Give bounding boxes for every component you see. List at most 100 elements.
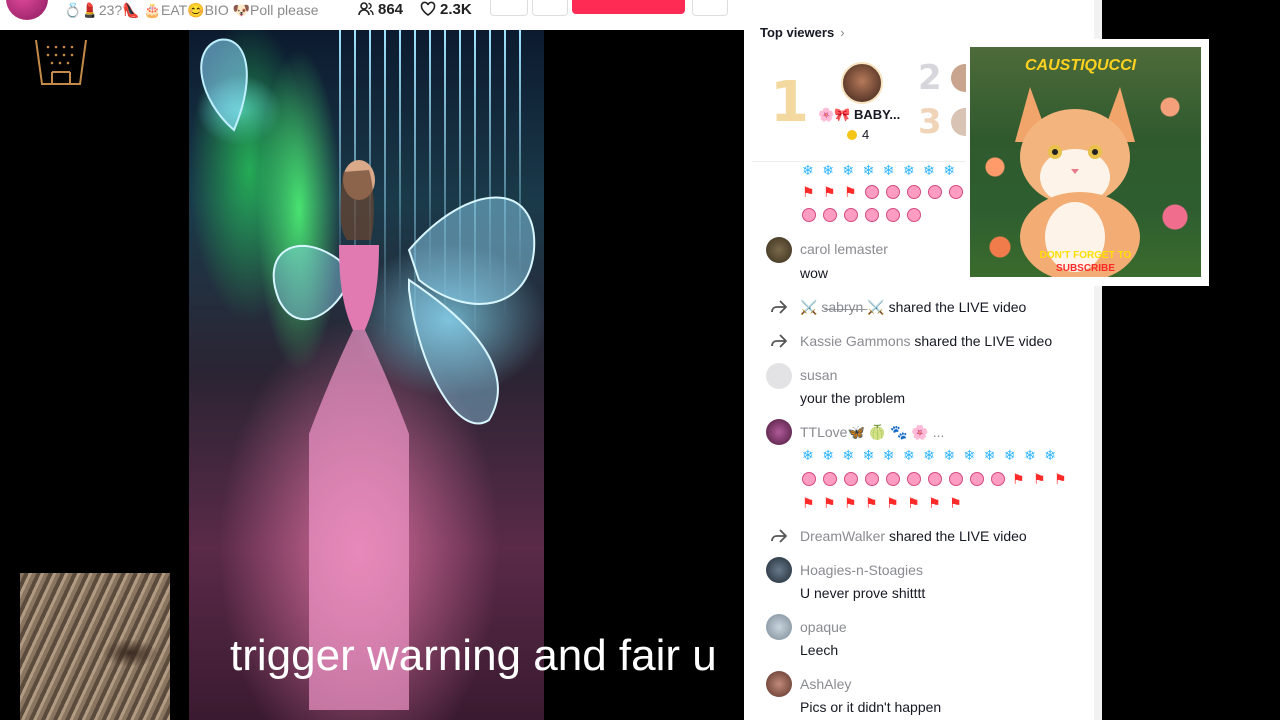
snowflake-icon: ❄ [862, 163, 883, 179]
like-count: 2.3K [420, 0, 472, 20]
chat-username[interactable]: TTLove🦋 🍈 🐾 🌸 ... [800, 424, 944, 441]
people-icon [358, 2, 374, 16]
red-flag-icon: ⚑ [823, 496, 845, 512]
clown-face-icon [865, 208, 879, 222]
clown-face-icon [823, 472, 837, 486]
share-arrow-icon [771, 334, 787, 348]
clown-face-icon [928, 472, 942, 486]
chat-username[interactable]: opaque [800, 619, 847, 635]
top-viewer-1-avatar[interactable] [841, 62, 883, 104]
reminder-line-2: SUBSCRIBE [1056, 263, 1115, 274]
snowflake-icon: ❄ [923, 163, 944, 179]
chat-username[interactable]: DreamWalker [800, 528, 885, 544]
heart-icon [420, 1, 436, 16]
red-flag-icon: ⚑ [886, 496, 908, 512]
clown-face-icon [844, 208, 858, 222]
user-avatar[interactable] [766, 614, 792, 640]
red-flag-icon: ⚑ [1033, 472, 1055, 488]
clown-face-icon [823, 208, 837, 222]
clown-face-icon [802, 472, 816, 486]
clown-face-icon [907, 185, 922, 199]
subscribe-reminder-overlay: CAUSTIQUCCI DON'T FORGET TO SUBSCRIBE [966, 39, 1209, 286]
snowflake-icon: ❄ [842, 448, 863, 464]
user-avatar[interactable] [766, 237, 792, 263]
clown-face-icon [928, 185, 943, 199]
clown-face-icon [886, 472, 900, 486]
clown-face-icon [886, 208, 900, 222]
gift-basket-icon[interactable] [34, 38, 88, 86]
user-avatar[interactable] [766, 363, 792, 389]
red-flag-icon: ⚑ [802, 496, 824, 512]
chat-username[interactable]: carol lemaster [800, 241, 888, 257]
chat-text: Pics or it didn't happen [800, 699, 942, 715]
top-viewers-link[interactable]: Top viewers › [760, 25, 845, 40]
clown-face-icon [844, 472, 858, 486]
red-flag-icon: ⚑ [844, 496, 866, 512]
red-flag-icon: ⚑ [1054, 472, 1069, 488]
user-avatar[interactable] [766, 419, 792, 445]
butterfly-wing-left [200, 38, 248, 132]
video-caption: trigger warning and fair u [230, 631, 717, 680]
chat-username[interactable]: Kassie Gammons [800, 333, 910, 349]
share-event-text: DreamWalker shared the LIVE video [800, 528, 1027, 544]
emoji-row: ⚑ ⚑ ⚑ ⚑ ⚑ ⚑ ⚑ ⚑ [802, 495, 964, 512]
share-event-text: Kassie Gammons shared the LIVE video [800, 333, 1053, 349]
subscribe-button[interactable] [572, 0, 685, 14]
red-flag-icon: ⚑ [928, 496, 950, 512]
red-flag-icon: ⚑ [865, 496, 887, 512]
user-avatar[interactable] [766, 557, 792, 583]
snowflake-icon: ❄ [822, 163, 843, 179]
snowflake-icon: ❄ [943, 163, 958, 179]
chat-username[interactable]: AshAley [800, 676, 851, 692]
share-arrow-icon [771, 529, 787, 543]
snowflake-icon: ❄ [882, 163, 903, 179]
chat-text: Leech [800, 642, 839, 658]
emoji-row: ❄ ❄ ❄ ❄ ❄ ❄ ❄ ❄ [802, 162, 957, 179]
rank-3: 3 [918, 102, 942, 142]
snowflake-icon: ❄ [862, 448, 883, 464]
fairy-figure [309, 160, 409, 710]
live-video[interactable] [189, 30, 544, 720]
cat-drawing [1015, 87, 1140, 277]
clown-face-icon [865, 185, 880, 199]
clown-face-icon [886, 185, 901, 199]
red-flag-icon: ⚑ [1012, 472, 1034, 488]
viewer-count: 864 [358, 0, 403, 20]
snowflake-icon: ❄ [822, 448, 843, 464]
snowflake-icon: ❄ [963, 448, 984, 464]
emoji-row: ⚑ ⚑ ⚑ [802, 471, 1069, 488]
chevron-right-icon: › [840, 25, 845, 40]
rank-1: 1 [770, 70, 809, 135]
coin-icon [847, 130, 857, 140]
more-button[interactable] [532, 0, 568, 16]
clown-face-icon [970, 472, 984, 486]
rank-2: 2 [918, 58, 942, 98]
follow-button[interactable] [692, 0, 728, 16]
chat-username[interactable]: ⚔️ s̶a̶b̶r̶y̶n̶ ⚔️ [800, 299, 885, 315]
live-header: 💍💄23?👠 🎂EAT😊BIO 🐶Poll please 864 2.3K [0, 0, 744, 30]
snowflake-icon: ❄ [943, 448, 964, 464]
clown-face-icon [949, 185, 964, 199]
snowflake-icon: ❄ [802, 163, 823, 179]
top-viewer-1-name[interactable]: 🌸🎀 BABY... [818, 107, 900, 123]
user-avatar[interactable] [766, 671, 792, 697]
red-flag-icon: ⚑ [823, 185, 845, 201]
cat-illustration: CAUSTIQUCCI DON'T FORGET TO SUBSCRIBE [970, 47, 1201, 277]
snowflake-icon: ❄ [983, 448, 1004, 464]
clown-face-icon [907, 472, 921, 486]
clown-face-icon [991, 472, 1005, 486]
host-avatar[interactable] [6, 0, 48, 20]
snowflake-icon: ❄ [1024, 448, 1045, 464]
top-viewer-1-coins: 4 [847, 127, 869, 142]
reminder-line-1: DON'T FORGET TO [1039, 250, 1132, 261]
chat-username[interactable]: susan [800, 367, 837, 383]
red-flag-icon: ⚑ [802, 185, 824, 201]
chat-text: wow [800, 265, 829, 281]
share-button[interactable] [490, 0, 528, 16]
chat-username[interactable]: Hoagies-n-Stoagies [800, 562, 923, 578]
emoji-row [802, 207, 928, 223]
chat-text: your the problem [800, 390, 906, 406]
stream-title: 💍💄23?👠 🎂EAT😊BIO 🐶Poll please [64, 2, 319, 18]
clown-face-icon [865, 472, 879, 486]
clown-face-icon [907, 208, 921, 222]
